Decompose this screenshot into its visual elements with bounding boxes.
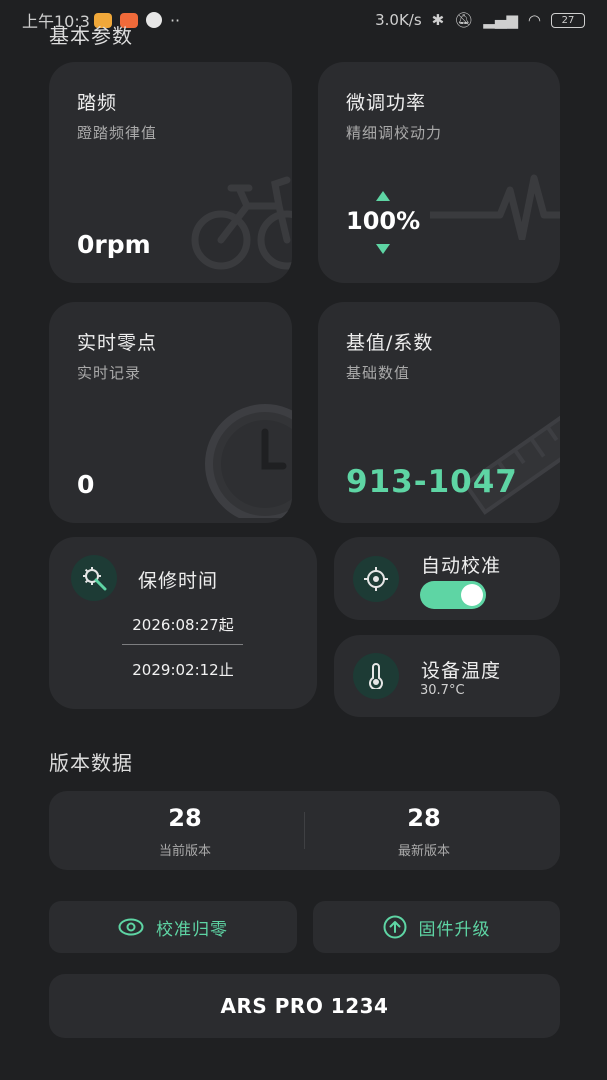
base-coefficient-card[interactable]: 基值/系数 基础数值 913-1047 xyxy=(318,302,560,523)
auto-calibration-icon-circle xyxy=(353,556,399,602)
version-section-title: 版本数据 xyxy=(49,751,133,775)
latest-version-value: 28 xyxy=(407,804,441,832)
current-version-label: 当前版本 xyxy=(158,844,211,859)
cadence-title: 踏频 xyxy=(77,92,118,114)
calibrate-zero-label: 校准归零 xyxy=(156,919,228,940)
network-speed: 3.0K/s xyxy=(375,11,422,29)
bluetooth-icon: ✱ xyxy=(431,11,445,29)
battery-icon: 27 xyxy=(551,12,585,28)
cadence-value: 0rpm xyxy=(77,230,151,259)
warranty-icon-circle xyxy=(71,555,117,601)
wifi-icon: ◠ xyxy=(527,11,541,29)
version-card: 28 当前版本 28 最新版本 xyxy=(49,791,560,870)
latest-version-label: 最新版本 xyxy=(397,844,450,859)
eye-icon xyxy=(118,918,144,936)
basic-params-title: 基本参数 xyxy=(49,24,133,48)
device-temperature-value: 30.7°C xyxy=(420,683,465,698)
cadence-subtitle: 蹬踏频律值 xyxy=(77,124,158,142)
avatar-notification-icon xyxy=(145,12,162,28)
firmware-upgrade-button[interactable]: 固件升级 xyxy=(313,901,560,953)
warranty-start-date: 2026:08:27起 xyxy=(132,616,234,634)
fine-tune-card[interactable]: 微调功率 精细调校动力 100% xyxy=(318,62,560,283)
mute-bell-icon: 🔕︎ xyxy=(454,11,474,29)
decrease-arrow-icon[interactable] xyxy=(376,244,390,254)
status-right: 3.0K/s ✱ 🔕︎ ▂▄▆ ◠ 27 xyxy=(375,11,585,29)
toggle-knob xyxy=(461,584,483,606)
temperature-icon-circle xyxy=(353,653,399,699)
base-coefficient-value: 913-1047 xyxy=(346,464,518,500)
crosshair-icon xyxy=(364,567,388,591)
device-temperature-card: 设备温度 30.7°C xyxy=(334,635,560,717)
upload-arrow-icon xyxy=(383,915,406,939)
warranty-title: 保修时间 xyxy=(138,570,219,592)
base-coefficient-title: 基值/系数 xyxy=(346,332,434,354)
more-dots-icon: ·· xyxy=(169,10,181,30)
clock-icon xyxy=(205,404,292,518)
fine-tune-subtitle: 精细调校动力 xyxy=(346,124,443,142)
zero-point-card[interactable]: 实时零点 实时记录 0 xyxy=(49,302,292,523)
zero-point-title: 实时零点 xyxy=(77,332,158,354)
battery-level: 27 xyxy=(561,14,575,26)
warranty-card: 保修时间 2026:08:27起 2029:02:12止 xyxy=(49,537,317,709)
device-temperature-title: 设备温度 xyxy=(421,660,502,682)
warranty-divider xyxy=(122,644,243,645)
pulse-wave-icon xyxy=(430,174,560,240)
current-version-value: 28 xyxy=(168,804,202,832)
base-coefficient-subtitle: 基础数值 xyxy=(346,364,411,382)
fine-tune-title: 微调功率 xyxy=(346,92,427,114)
auto-calibration-toggle[interactable] xyxy=(420,581,486,609)
firmware-upgrade-label: 固件升级 xyxy=(418,919,491,940)
fine-tune-value: 100% xyxy=(346,207,421,235)
bicycle-icon xyxy=(191,176,292,270)
signal-icon: ▂▄▆ xyxy=(483,11,518,29)
increase-arrow-icon[interactable] xyxy=(376,191,390,201)
device-name: ARS PRO 1234 xyxy=(220,994,389,1018)
zero-point-value: 0 xyxy=(77,470,95,499)
warranty-end-date: 2029:02:12止 xyxy=(132,661,234,679)
zero-point-subtitle: 实时记录 xyxy=(77,364,142,382)
device-name-bar[interactable]: ARS PRO 1234 xyxy=(49,974,560,1038)
gear-wrench-icon xyxy=(83,567,107,591)
calibrate-zero-button[interactable]: 校准归零 xyxy=(49,901,297,953)
thermometer-icon xyxy=(369,663,383,689)
auto-calibration-title: 自动校准 xyxy=(421,555,502,577)
auto-calibration-card: 自动校准 xyxy=(334,537,560,620)
cadence-card[interactable]: 踏频 蹬踏频律值 0rpm xyxy=(49,62,292,283)
